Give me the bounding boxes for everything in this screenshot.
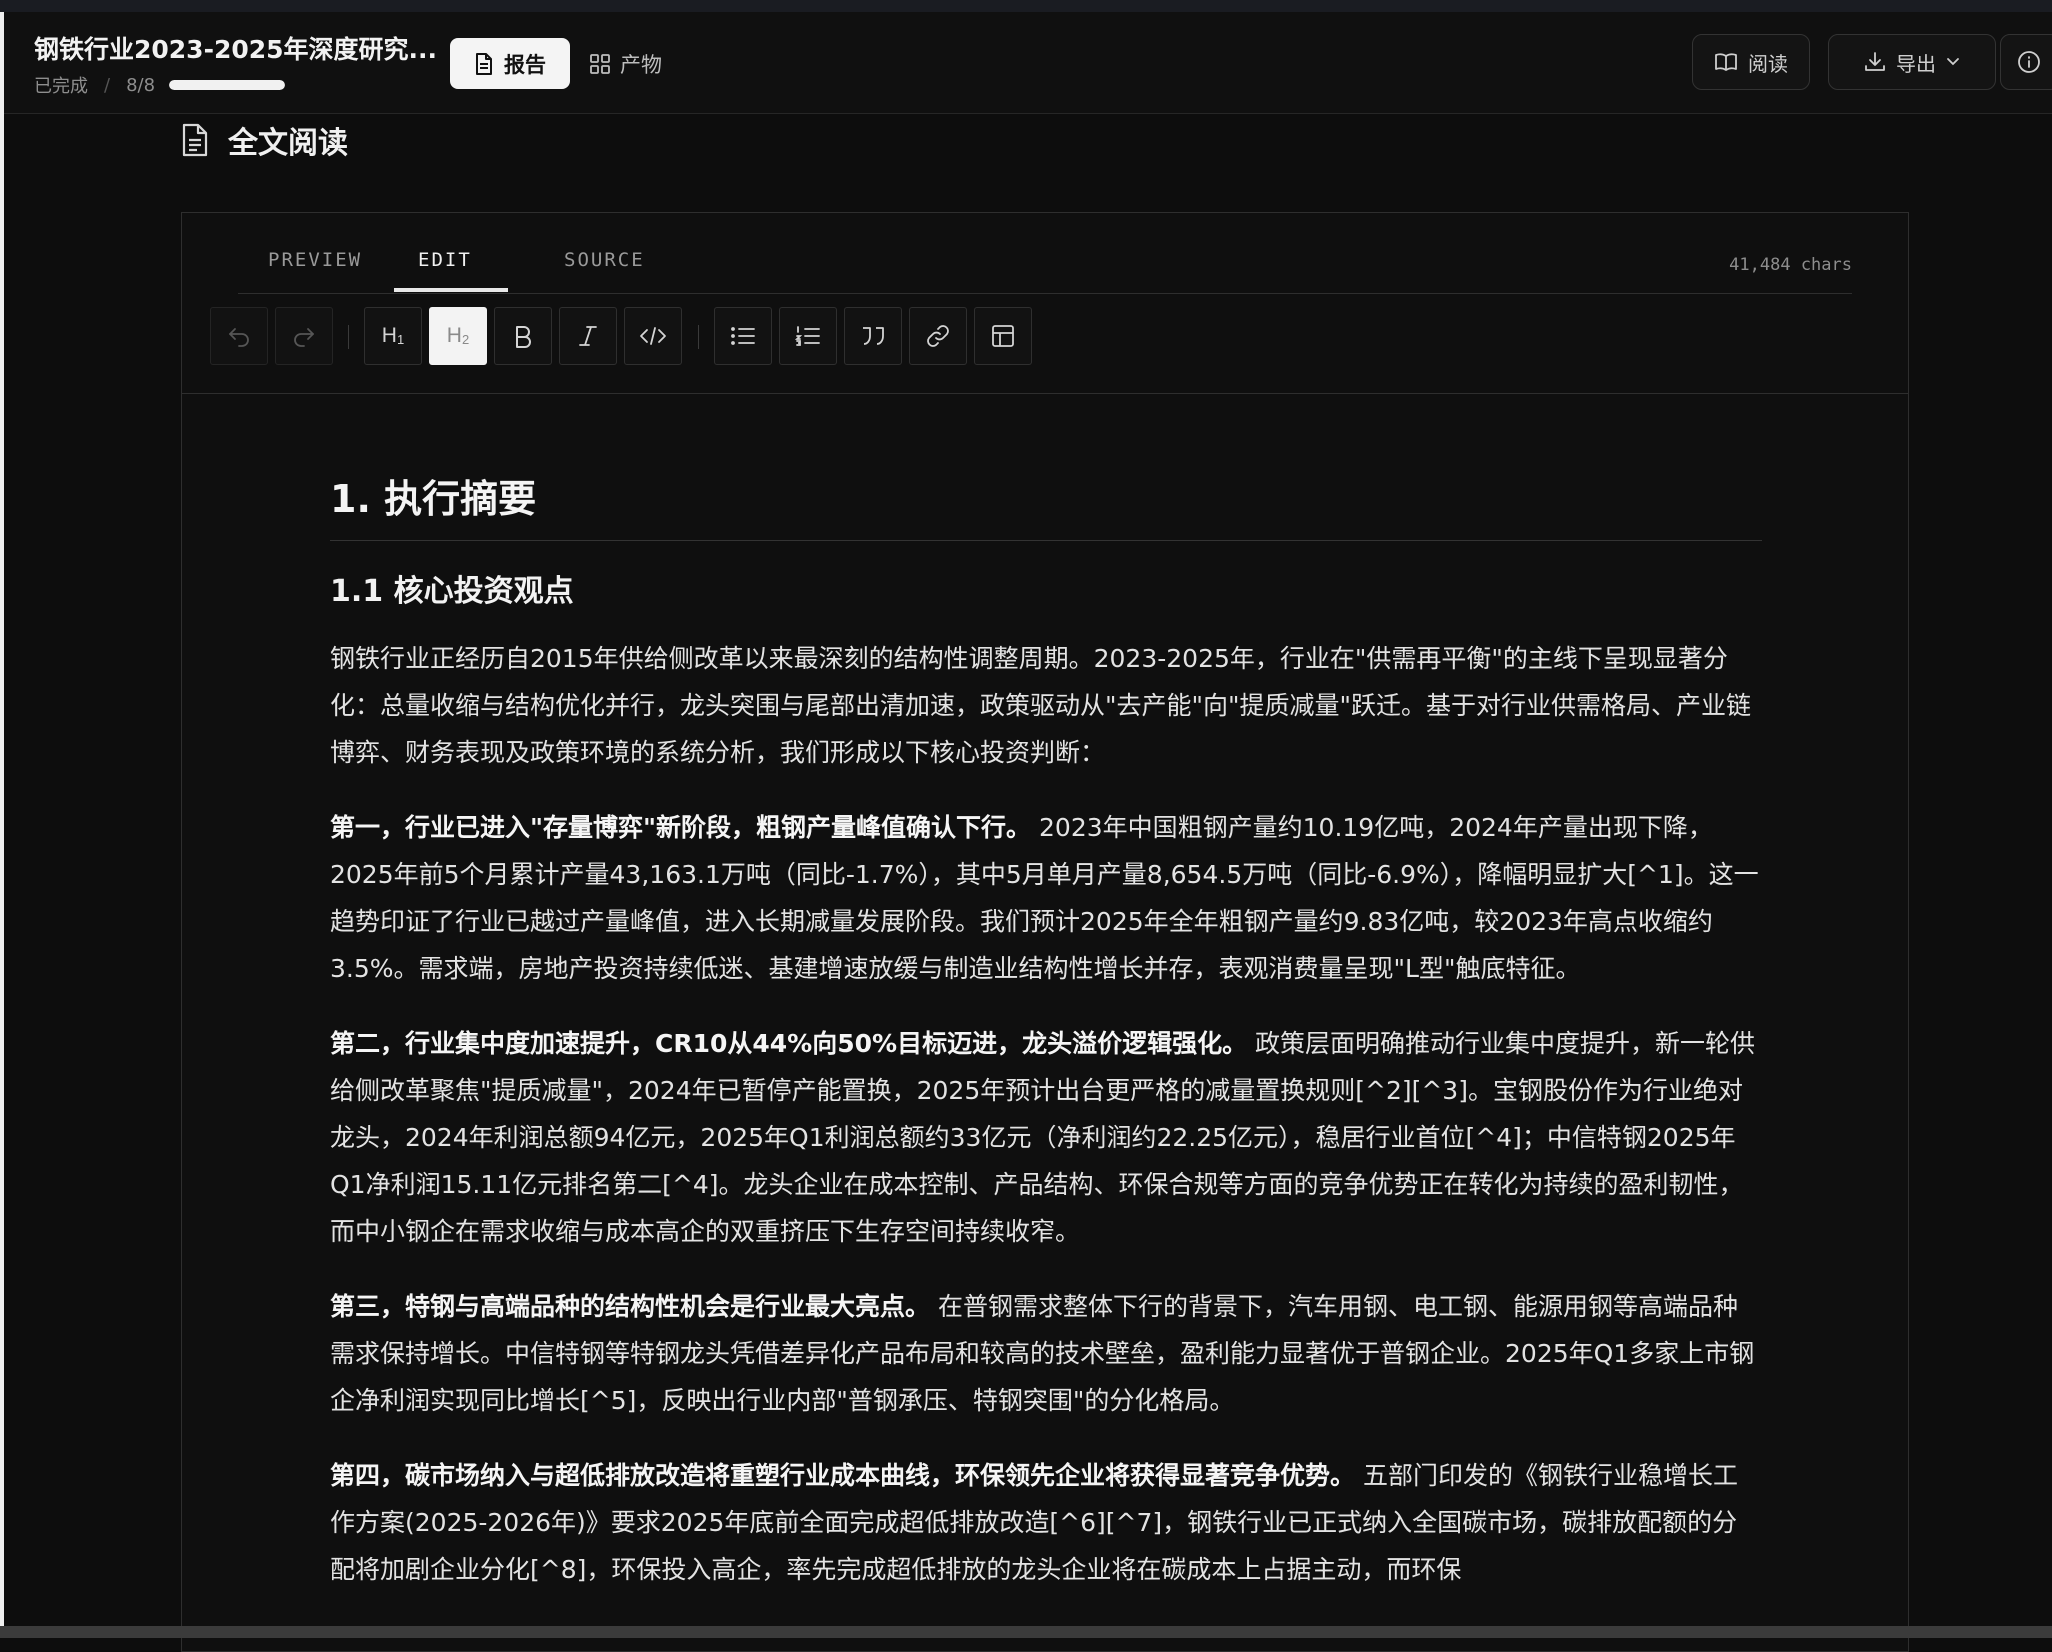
status-label: 已完成 [34,76,88,97]
grid-icon [590,53,610,74]
tab-report[interactable]: 报告 [450,38,570,89]
document-content[interactable]: 1. 执行摘要 1.1 核心投资观点 钢铁行业正经历自2015年供给侧改革以来最… [330,473,1762,1621]
char-count: 41,484 chars [1729,255,1852,275]
bold-button[interactable] [494,307,552,365]
document-icon [474,52,494,75]
doc-paragraph: 第三，特钢与高端品种的结构性机会是行业最大亮点。 在普钢需求整体下行的背景下，汽… [330,1283,1762,1424]
doc-paragraph-lead: 第四，碳市场纳入与超低排放改造将重塑行业成本曲线，环保领先企业将获得显著竞争优势… [330,1461,1356,1491]
doc-heading-2: 1.1 核心投资观点 [330,574,574,610]
undo-icon [227,325,251,347]
doc-paragraph-lead: 第三，特钢与高端品种的结构性机会是行业最大亮点。 [330,1292,931,1322]
doc-heading-1: 1. 执行摘要 [330,473,1762,542]
toolbar-divider [698,325,699,349]
info-icon [2017,50,2041,74]
read-button-label: 阅读 [1748,51,1788,76]
window-left-edge [0,12,4,1632]
section-header: 全文阅读 [180,118,348,162]
ordered-list-button[interactable] [779,307,837,365]
tab-artifacts[interactable]: 产物 [590,38,662,89]
ordered-list-icon [795,325,821,347]
redo-button[interactable] [275,307,333,365]
editor-toolbar: H1 H2 [182,293,1908,394]
tab-edit[interactable]: EDIT [418,249,472,271]
bold-icon [513,324,533,348]
report-title: 钢铁行业2023-2025年深度研究... [34,35,438,64]
read-button[interactable]: 阅读 [1692,34,1810,90]
doc-paragraph-body: 政策层面明确推动行业集中度提升，新一轮供给侧改革聚焦"提质减量"，2024年已暂… [330,1029,1756,1247]
heading-1-icon: H1 [381,324,405,347]
code-icon [639,325,667,347]
blockquote-button[interactable] [844,307,902,365]
doc-paragraph-lead: 第二，行业集中度加速提升，CR10从44%向50%目标迈进，龙头溢价逻辑强化。 [330,1029,1248,1059]
table-icon [991,324,1015,348]
progress-bar [169,80,286,90]
table-button[interactable] [974,307,1032,365]
export-button-label: 导出 [1896,51,1936,76]
progress-bar-fill [169,80,286,90]
link-button[interactable] [909,307,967,365]
window-bottom-strip [0,1626,2052,1638]
book-open-icon [1714,52,1738,72]
tab-report-label: 报告 [504,52,546,77]
undo-button[interactable] [210,307,268,365]
heading-2-icon: H2 [446,324,470,347]
download-icon [1864,51,1886,73]
doc-paragraph-lead: 第一，行业已进入"存量博弈"新阶段，粗钢产量峰值确认下行。 [330,813,1032,843]
chevron-down-icon [1946,57,1960,67]
redo-icon [292,325,316,347]
export-button[interactable]: 导出 [1828,34,1996,90]
report-status-row: 已完成 / 8/8 [34,72,286,98]
status-separator: / [104,74,111,96]
heading-1-button[interactable]: H1 [364,307,422,365]
progress-count: 8/8 [126,74,156,96]
editor-tabs: PREVIEW EDIT SOURCE 41,484 chars [238,213,1852,294]
tab-artifacts-label: 产物 [620,52,662,77]
section-title: 全文阅读 [228,126,348,161]
window-top-strip [0,0,2052,12]
italic-icon [578,324,598,348]
active-tab-indicator [394,288,508,292]
markdown-editor: PREVIEW EDIT SOURCE 41,484 chars H1 H2 1… [181,212,1909,1652]
italic-button[interactable] [559,307,617,365]
doc-paragraph-intro: 钢铁行业正经历自2015年供给侧改革以来最深刻的结构性调整周期。2023-202… [330,644,1752,768]
info-button[interactable] [2000,34,2052,90]
tab-source[interactable]: SOURCE [564,249,645,271]
quote-icon [860,324,886,348]
app-header: 钢铁行业2023-2025年深度研究... 已完成 / 8/8 报告 产物 阅读… [4,12,2052,114]
bullet-list-icon [730,325,756,347]
link-icon [925,323,951,349]
code-button[interactable] [624,307,682,365]
tab-preview[interactable]: PREVIEW [268,249,362,271]
bullet-list-button[interactable] [714,307,772,365]
toolbar-divider [348,325,349,349]
document-icon [180,123,210,157]
heading-2-button[interactable]: H2 [429,307,487,365]
doc-paragraph: 第二，行业集中度加速提升，CR10从44%向50%目标迈进，龙头溢价逻辑强化。 … [330,1020,1762,1255]
doc-paragraph: 第一，行业已进入"存量博弈"新阶段，粗钢产量峰值确认下行。 2023年中国粗钢产… [330,804,1762,992]
doc-paragraph: 第四，碳市场纳入与超低排放改造将重塑行业成本曲线，环保领先企业将获得显著竞争优势… [330,1452,1762,1593]
